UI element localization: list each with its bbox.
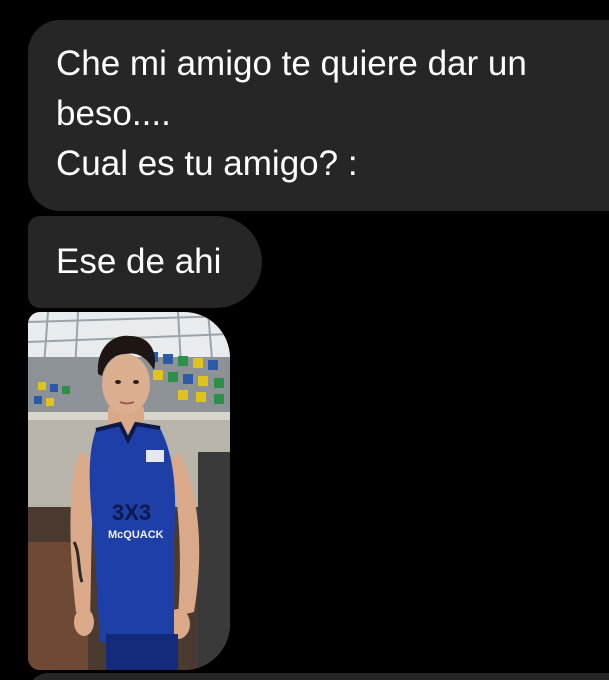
message-text: Ese de ahi: [56, 242, 222, 281]
jersey-text: McQUACK: [108, 529, 164, 541]
message-line: beso....: [56, 94, 171, 133]
incoming-message-bubble[interactable]: Che mi amigo te quiere dar un beso.... C…: [28, 20, 609, 211]
chat-thread: Che mi amigo te quiere dar un beso.... C…: [0, 0, 609, 680]
jersey-logo: 3X3: [112, 500, 151, 525]
photo-message[interactable]: 3X3 McQUACK: [28, 312, 230, 670]
message-line: Cual es tu amigo? :: [56, 144, 358, 183]
message-line: Che mi amigo te quiere dar un: [56, 44, 527, 83]
person-photo-icon: 3X3 McQUACK: [28, 312, 230, 670]
incoming-message-bubble[interactable]: Ese de ahi: [28, 216, 262, 308]
incoming-message-bubble-partial: [28, 673, 609, 680]
